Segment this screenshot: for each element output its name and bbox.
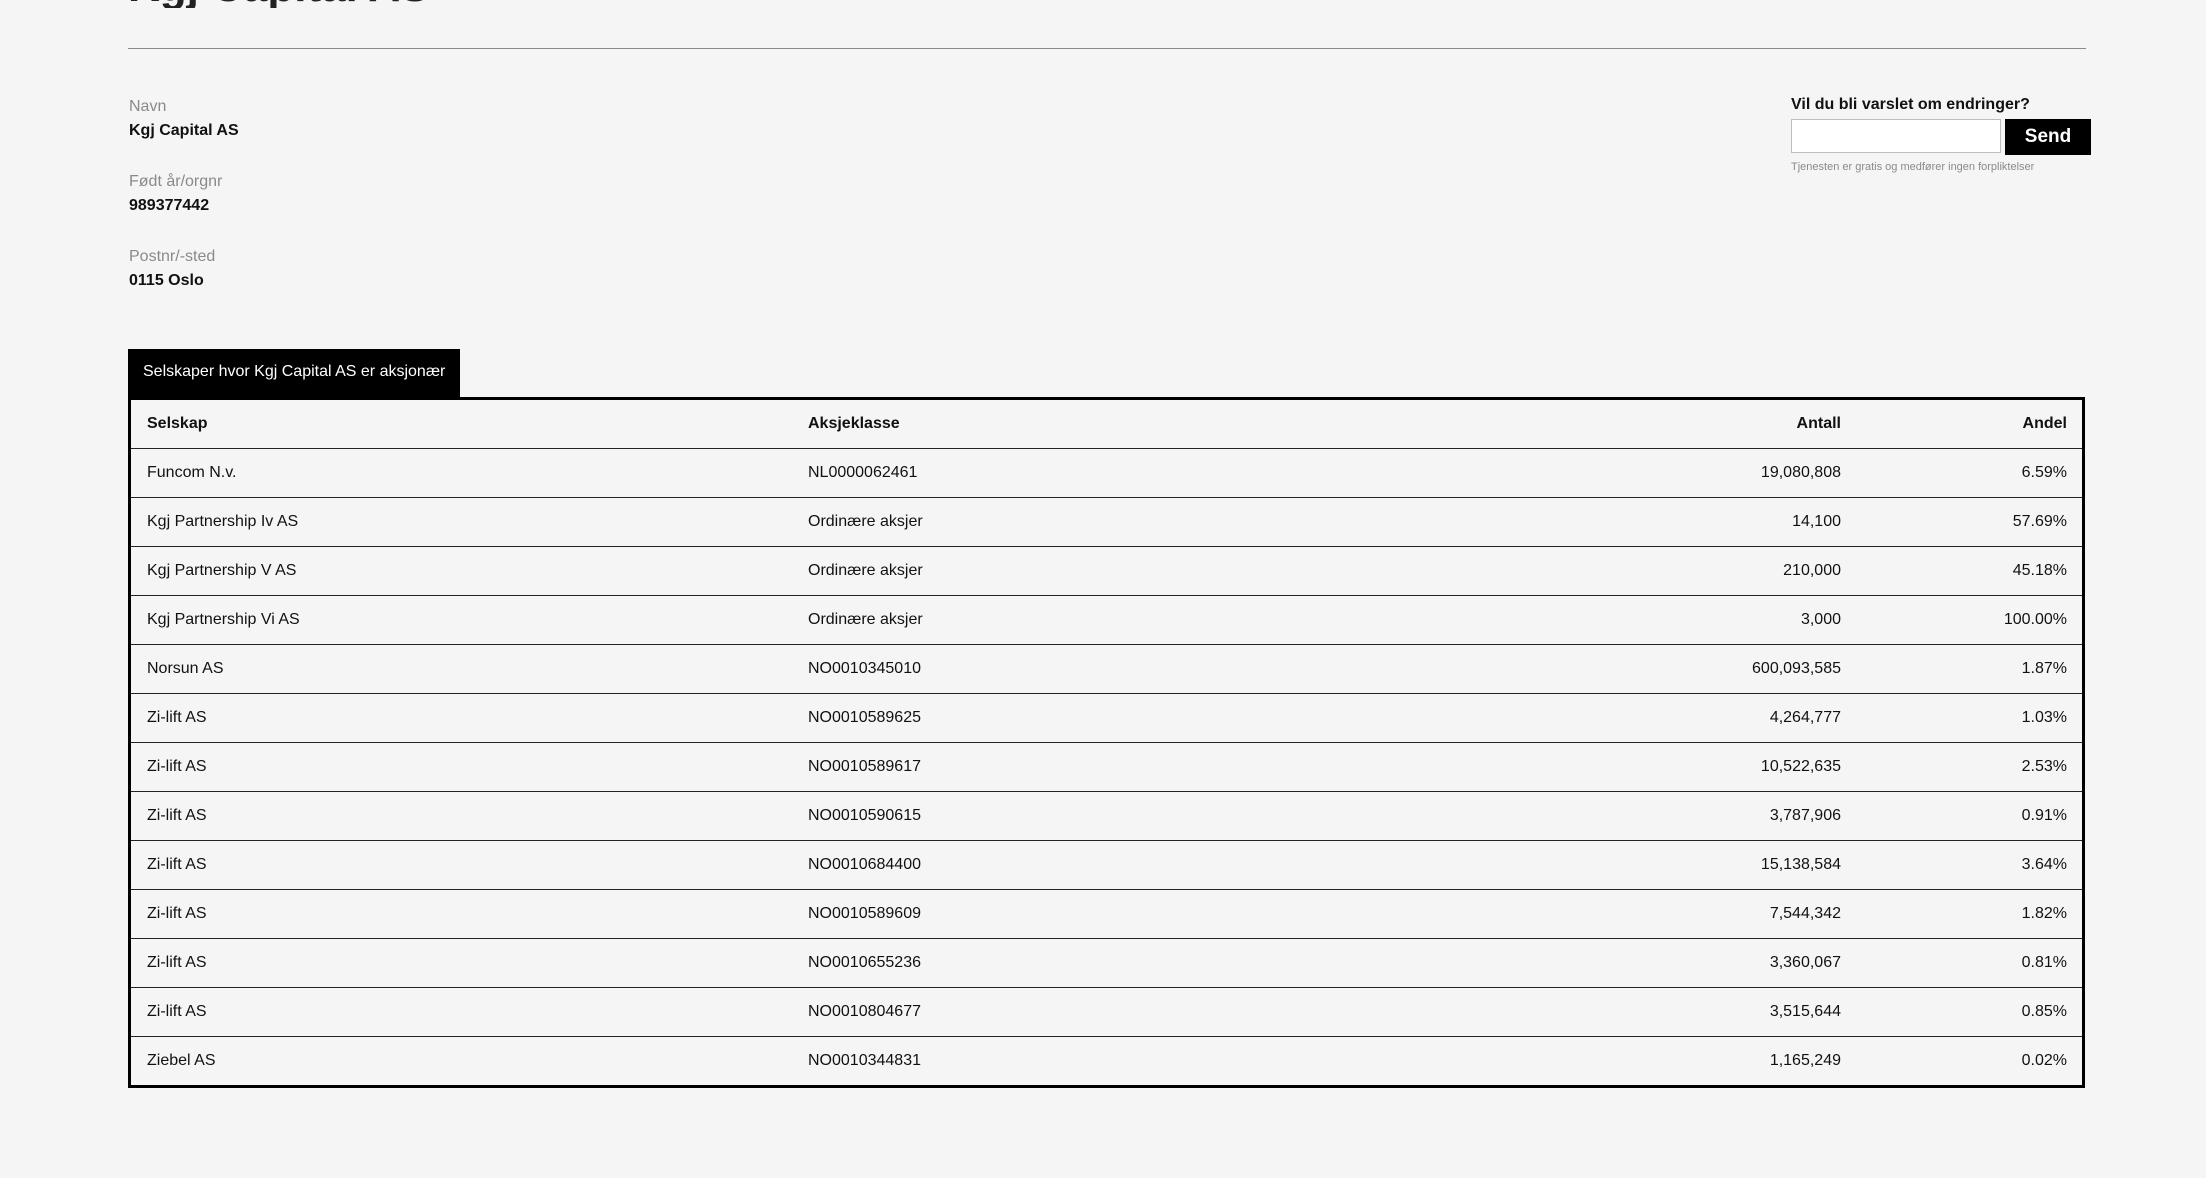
share-class-cell: NO0010590615 <box>792 791 1495 841</box>
notify-hint: Tjenesten er gratis og medfører ingen fo… <box>1791 161 2035 173</box>
notify-email-input[interactable] <box>1791 119 2001 153</box>
table-row: Zi-lift AS NO0010804677 3,515,644 0.85% <box>131 987 2082 1037</box>
column-header-share-class: Aksjeklasse <box>792 400 1495 449</box>
share-class-cell: NO0010684400 <box>792 840 1495 890</box>
company-cell[interactable]: Norsun AS <box>131 644 792 694</box>
share-class-cell: NO0010589617 <box>792 742 1495 792</box>
count-cell: 210,000 <box>1495 546 1856 596</box>
share-cell: 1.03% <box>1856 693 2082 743</box>
table-row: Kgj Partnership Iv AS Ordinære aksjer 14… <box>131 497 2082 547</box>
count-cell: 7,544,342 <box>1495 889 1856 939</box>
share-class-cell: NO0010589609 <box>792 889 1495 939</box>
org-number-field: Født år/orgnr 989377442 <box>129 172 239 247</box>
company-cell[interactable]: Zi-lift AS <box>131 791 792 841</box>
table-row: Zi-lift AS NO0010589609 7,544,342 1.82% <box>131 889 2082 939</box>
count-cell: 3,787,906 <box>1495 791 1856 841</box>
share-cell: 57.69% <box>1856 497 2082 547</box>
company-cell[interactable]: Ziebel AS <box>131 1037 792 1086</box>
share-class-cell: NO0010804677 <box>792 987 1495 1037</box>
postal-label: Postnr/-sted <box>129 248 216 265</box>
company-cell[interactable]: Zi-lift AS <box>131 987 792 1037</box>
share-cell: 0.81% <box>1856 938 2082 988</box>
share-class-cell: Ordinære aksjer <box>792 546 1495 596</box>
share-cell: 6.59% <box>1856 448 2082 498</box>
share-cell: 45.18% <box>1856 546 2082 596</box>
column-header-share: Andel <box>1856 400 2082 449</box>
company-cell[interactable]: Zi-lift AS <box>131 938 792 988</box>
column-header-count: Antall <box>1495 400 1856 449</box>
name-label: Navn <box>129 98 167 115</box>
table-row: Kgj Partnership Vi AS Ordinære aksjer 3,… <box>131 595 2082 645</box>
share-cell: 2.53% <box>1856 742 2082 792</box>
postal-field: Postnr/-sted 0115 Oslo <box>129 247 239 322</box>
notification-signup: Vil du bli varslet om endringer? Send Tj… <box>1791 95 2091 173</box>
share-class-cell: NO0010655236 <box>792 938 1495 988</box>
share-cell: 3.64% <box>1856 840 2082 890</box>
share-cell: 1.87% <box>1856 644 2082 694</box>
company-cell[interactable]: Kgj Partnership Vi AS <box>131 595 792 645</box>
company-cell[interactable]: Kgj Partnership V AS <box>131 546 792 596</box>
header-divider <box>128 48 2086 49</box>
table-row: Funcom N.v. NL0000062461 19,080,808 6.59… <box>131 448 2082 498</box>
table-row: Zi-lift AS NO0010589625 4,264,777 1.03% <box>131 693 2082 743</box>
table-row: Zi-lift AS NO0010655236 3,360,067 0.81% <box>131 938 2082 988</box>
send-button[interactable]: Send <box>2005 119 2091 155</box>
count-cell: 4,264,777 <box>1495 693 1856 743</box>
company-cell[interactable]: Zi-lift AS <box>131 889 792 939</box>
count-cell: 10,522,635 <box>1495 742 1856 792</box>
tab-shareholdings[interactable]: Selskaper hvor Kgj Capital AS er aksjonæ… <box>128 349 461 397</box>
table-row: Ziebel AS NO0010344831 1,165,249 0.02% <box>131 1037 2082 1086</box>
shareholdings-table: Selskap Aksjeklasse Antall Andel Funcom … <box>131 400 2082 1085</box>
count-cell: 15,138,584 <box>1495 840 1856 890</box>
notify-label: Vil du bli varslet om endringer? <box>1791 96 2030 113</box>
company-cell[interactable]: Kgj Partnership Iv AS <box>131 497 792 547</box>
share-class-cell: Ordinære aksjer <box>792 595 1495 645</box>
share-cell: 0.85% <box>1856 987 2082 1037</box>
postal-value: 0115 Oslo <box>129 272 204 289</box>
count-cell: 3,515,644 <box>1495 987 1856 1037</box>
company-cell[interactable]: Funcom N.v. <box>131 448 792 498</box>
table-row: Zi-lift AS NO0010590615 3,787,906 0.91% <box>131 791 2082 841</box>
company-cell[interactable]: Zi-lift AS <box>131 742 792 792</box>
company-info: Navn Kgj Capital AS Født år/orgnr 989377… <box>129 97 239 322</box>
share-class-cell: NL0000062461 <box>792 448 1495 498</box>
page-title: Kgj Capital AS <box>128 0 430 8</box>
notify-form: Send <box>1791 119 2091 155</box>
table-body: Funcom N.v. NL0000062461 19,080,808 6.59… <box>131 448 2082 1086</box>
name-field: Navn Kgj Capital AS <box>129 97 239 172</box>
share-cell: 0.91% <box>1856 791 2082 841</box>
table-header-row: Selskap Aksjeklasse Antall Andel <box>131 400 2082 449</box>
name-value: Kgj Capital AS <box>129 122 239 139</box>
table-row: Kgj Partnership V AS Ordinære aksjer 210… <box>131 546 2082 596</box>
table-row: Zi-lift AS NO0010589617 10,522,635 2.53% <box>131 742 2082 792</box>
share-class-cell: NO0010589625 <box>792 693 1495 743</box>
share-cell: 1.82% <box>1856 889 2082 939</box>
org-number-value: 989377442 <box>129 197 210 214</box>
share-class-cell: NO0010344831 <box>808 1052 921 1069</box>
count-cell: 3,360,067 <box>1495 938 1856 988</box>
share-class-cell: Ordinære aksjer <box>792 497 1495 547</box>
count-cell: 14,100 <box>1495 497 1856 547</box>
count-cell: 1,165,249 <box>1769 1052 1841 1069</box>
share-cell: 100.00% <box>1856 595 2082 645</box>
table-row: Norsun AS NO0010345010 600,093,585 1.87% <box>131 644 2082 694</box>
table-row: Zi-lift AS NO0010684400 15,138,584 3.64% <box>131 840 2082 890</box>
count-cell: 3,000 <box>1495 595 1856 645</box>
column-header-company: Selskap <box>131 400 792 449</box>
count-cell: 19,080,808 <box>1495 448 1856 498</box>
share-cell: 0.02% <box>2021 1052 2067 1069</box>
org-number-label: Født år/orgnr <box>129 173 223 190</box>
company-cell[interactable]: Zi-lift AS <box>131 693 792 743</box>
shareholdings-table-container: Selskap Aksjeklasse Antall Andel Funcom … <box>128 397 2085 1088</box>
count-cell: 600,093,585 <box>1495 644 1856 694</box>
share-class-cell: NO0010345010 <box>792 644 1495 694</box>
company-cell[interactable]: Zi-lift AS <box>131 840 792 890</box>
